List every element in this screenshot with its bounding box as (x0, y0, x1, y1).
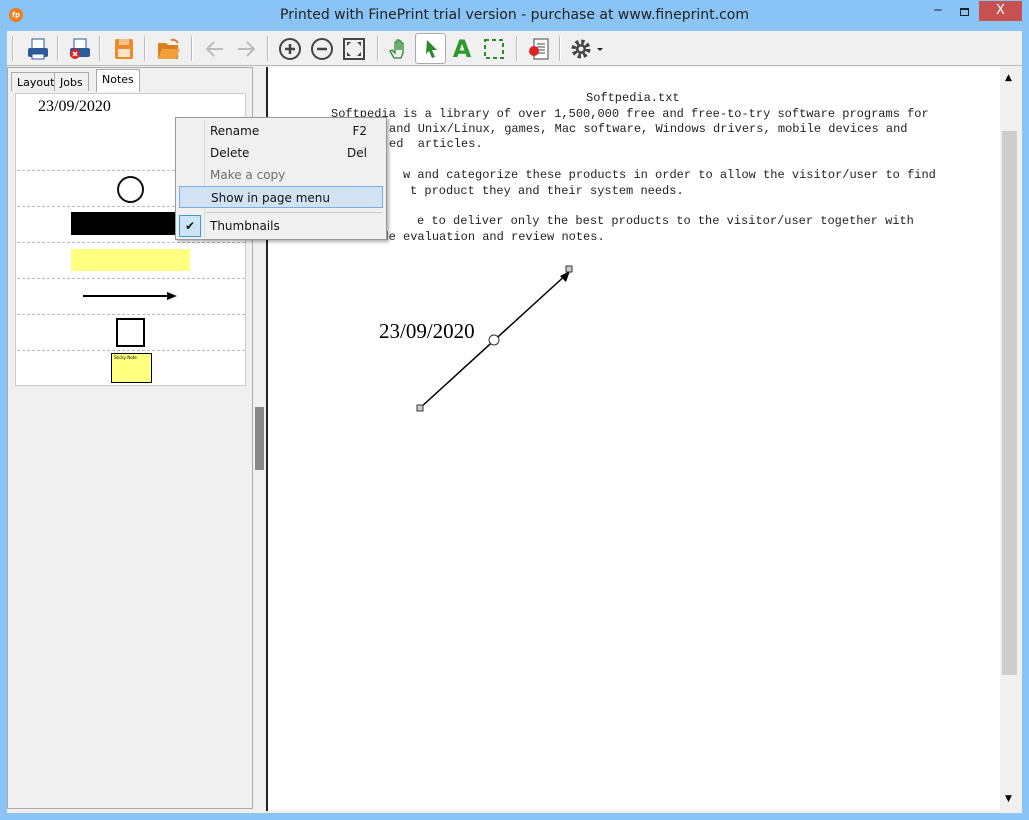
menu-label: Thumbnails (210, 219, 280, 233)
menu-item-thumbnails[interactable]: ✔ Thumbnails (179, 215, 383, 237)
select-tool-button[interactable] (415, 33, 446, 64)
menu-shortcut: F2 (352, 124, 367, 138)
page-line: ed articles. (389, 137, 483, 151)
menu-item-rename[interactable]: Rename F2 (179, 120, 383, 142)
note-item-arrow[interactable] (17, 278, 245, 314)
scroll-thumb[interactable] (1002, 131, 1017, 675)
page-line: e to deliver only the best products to t… (417, 214, 914, 228)
tab-notes[interactable]: Notes (96, 69, 140, 92)
page-line: and Unix/Linux, games, Mac software, Win… (389, 122, 908, 136)
forward-arrow-icon (238, 41, 256, 57)
sticky-note-thumbnail: Sticky Note (111, 353, 152, 383)
menu-item-make-a-copy[interactable]: Make a copy (179, 164, 383, 186)
page-line: Softpedia is a library of over 1,500,000… (331, 107, 929, 121)
note-item-sticky-note[interactable]: Sticky Note (17, 350, 245, 386)
page-filename: Softpedia.txt (586, 91, 680, 105)
scroll-down-icon[interactable]: ▼ (1005, 794, 1012, 804)
menu-label: Rename (210, 124, 260, 138)
pointer-icon (425, 39, 437, 58)
close-button[interactable]: X (979, 1, 1022, 21)
selection-tool-button[interactable] (480, 35, 508, 63)
cancel-print-icon (70, 38, 90, 59)
toolbar: A (7, 31, 1022, 66)
window-title: Printed with FinePrint trial version - p… (280, 7, 749, 23)
delete-page-button[interactable] (525, 35, 553, 63)
delete-page-icon (529, 38, 549, 60)
tab-jobs[interactable]: Jobs (54, 72, 89, 91)
open-folder-icon (158, 38, 180, 59)
settings-button[interactable] (567, 35, 607, 63)
hand-icon (389, 39, 404, 59)
cancel-print-button[interactable] (66, 35, 94, 63)
note-item-square[interactable] (17, 314, 245, 350)
context-menu: Rename F2 Delete Del Make a copy Show in p… (175, 117, 387, 240)
fit-page-icon (343, 38, 365, 60)
print-button[interactable] (24, 35, 52, 63)
text-tool-icon: A (452, 35, 472, 63)
tab-layout[interactable]: Layout (11, 72, 61, 91)
fit-page-button[interactable] (340, 35, 368, 63)
note-item-date[interactable]: 23/09/2020 (38, 98, 111, 116)
menu-separator (206, 212, 382, 213)
selection-icon (484, 39, 504, 59)
hand-tool-button[interactable] (385, 35, 413, 63)
text-tool-button[interactable]: A (448, 35, 476, 63)
page-line: t product they and their system needs. (410, 184, 684, 198)
menu-item-show-in-page-menu[interactable]: Show in page menu (179, 186, 383, 208)
zoom-in-button[interactable] (276, 35, 304, 63)
back-button[interactable] (201, 35, 229, 63)
maximize-icon (960, 8, 969, 16)
print-icon (28, 38, 48, 60)
gear-icon (571, 39, 603, 59)
menu-item-delete[interactable]: Delete Del (179, 142, 383, 164)
checkmark-icon: ✔ (179, 215, 201, 237)
menu-label: Delete (210, 146, 250, 160)
menu-label: Make a copy (210, 168, 286, 182)
arrow-start-handle[interactable] (416, 404, 424, 412)
vertical-scrollbar[interactable]: ▲ ▼ (1000, 67, 1019, 811)
menu-label: Show in page menu (211, 191, 331, 205)
arrow-end-handle[interactable] (565, 265, 573, 273)
page-line: w and categorize these products in order… (403, 168, 936, 182)
save-button[interactable] (110, 35, 138, 63)
zoom-out-icon (311, 38, 333, 60)
title-bar: fp Printed with FinePrint trial version … (0, 0, 1029, 31)
note-item-highlight[interactable] (17, 242, 245, 278)
maximize-button[interactable] (952, 2, 978, 22)
open-button[interactable] (155, 35, 183, 63)
menu-shortcut: Del (347, 146, 367, 160)
forward-button[interactable] (232, 35, 260, 63)
scroll-up-icon[interactable]: ▲ (1005, 73, 1012, 83)
client-area: A Layout Jobs Notes 23/09/2020 Sticky No… (7, 31, 1022, 813)
zoom-in-icon (279, 38, 301, 60)
save-icon (115, 39, 133, 59)
arrow-mid-handle[interactable] (488, 334, 500, 346)
back-arrow-icon (205, 41, 223, 57)
minimize-button[interactable]: ‒ (925, 2, 951, 22)
zoom-out-button[interactable] (308, 35, 336, 63)
arrow-annotation[interactable] (408, 263, 578, 413)
panel-splitter[interactable] (255, 407, 264, 470)
